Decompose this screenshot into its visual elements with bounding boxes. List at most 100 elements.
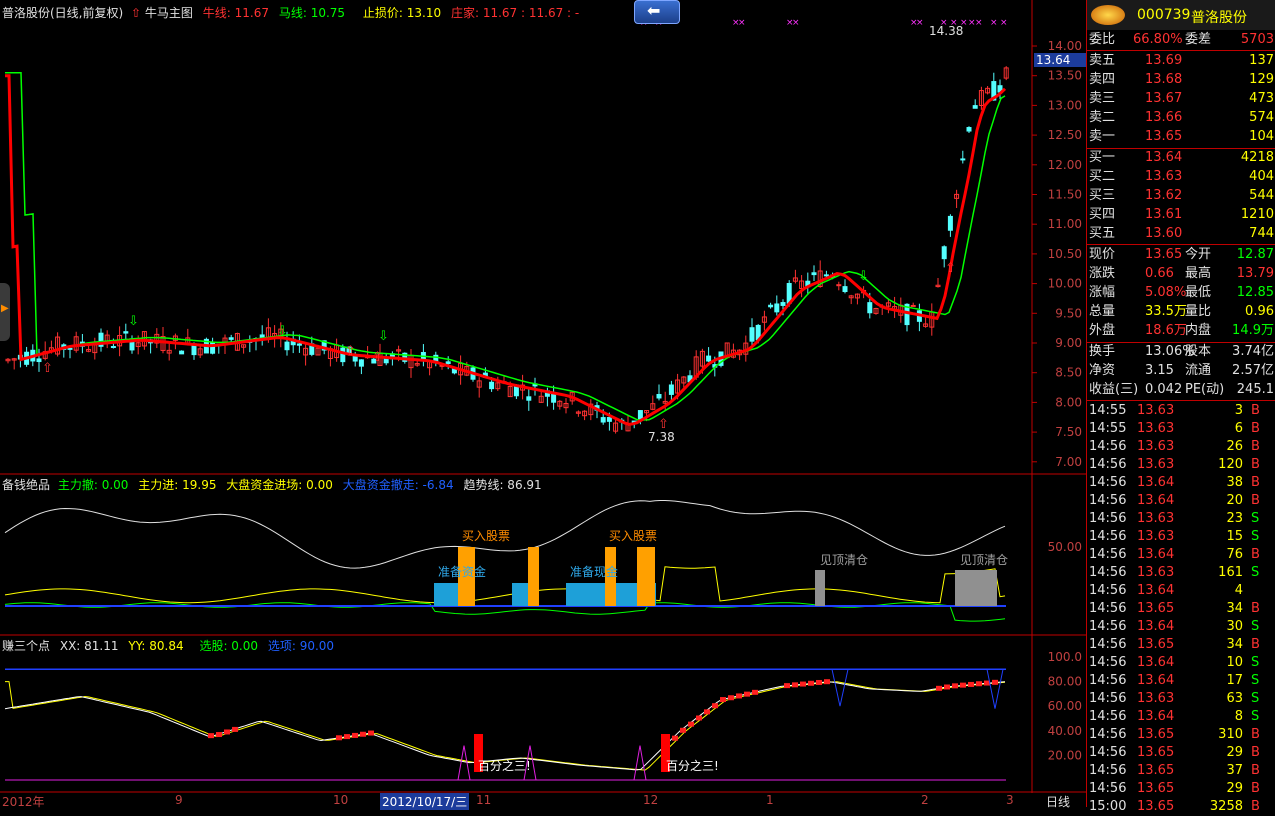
xx-up-segment	[816, 679, 822, 685]
ask-volume: 574	[1249, 110, 1274, 125]
tick-time: 14:56	[1089, 565, 1127, 580]
tick-volume: 34	[1226, 637, 1243, 652]
kline-chart-svg[interactable]: 14.00 13.50 13.00 12.50 12.00 11.50 11.00 10.50…	[0, 0, 1086, 807]
candle-body	[606, 417, 612, 422]
y-tick-label: 13.50	[1048, 69, 1082, 83]
tick-price: 13.64	[1137, 709, 1175, 724]
tick-price: 13.63	[1137, 403, 1175, 418]
ask-row[interactable]: 卖四 13.68 129	[1087, 71, 1275, 89]
candle-body	[780, 302, 786, 306]
tick-time: 14:56	[1089, 745, 1127, 760]
candle-body	[960, 158, 966, 161]
tick-row[interactable]: 14:56 13.65 29 B	[1087, 780, 1275, 798]
ask-row[interactable]: 卖二 13.66 574	[1087, 109, 1275, 127]
buy-signal-bar	[528, 547, 539, 606]
quote-value: 0.66	[1145, 266, 1174, 281]
bid-price: 13.62	[1145, 188, 1183, 203]
tick-direction: S	[1251, 655, 1260, 670]
tick-row[interactable]: 14:56 13.64 20 B	[1087, 492, 1275, 510]
bid-row[interactable]: 买一 13.64 4218	[1087, 149, 1275, 167]
candle-body	[842, 286, 848, 293]
tick-row[interactable]: 14:56 13.63 161 S	[1087, 564, 1275, 582]
candle-body	[179, 350, 185, 355]
candle-body	[210, 341, 216, 354]
tick-row[interactable]: 14:55 13.63 6 B	[1087, 420, 1275, 438]
y-tick-label: 7.00	[1055, 455, 1082, 469]
xx-up-segment	[368, 730, 374, 736]
candle-body	[637, 410, 643, 420]
tick-direction: B	[1251, 727, 1260, 742]
quote-value: 12.87	[1236, 247, 1274, 262]
tick-row[interactable]: 14:56 13.63 63 S	[1087, 690, 1275, 708]
tick-row[interactable]: 14:56 13.64 17 S	[1087, 672, 1275, 690]
tick-row[interactable]: 14:56 13.64 10 S	[1087, 654, 1275, 672]
tick-row[interactable]: 14:56 13.64 4	[1087, 582, 1275, 600]
ask-row[interactable]: 卖一 13.65 104	[1087, 128, 1275, 146]
tick-row[interactable]: 14:55 13.63 3 B	[1087, 402, 1275, 420]
xx-up-segment	[960, 682, 966, 688]
bid-row[interactable]: 买四 13.61 1210	[1087, 206, 1275, 224]
ask-label: 卖一	[1089, 129, 1116, 144]
left-collapse-handle[interactable]: ▶	[0, 283, 10, 341]
period-label[interactable]: 日线	[1046, 793, 1070, 810]
up-arrow-icon: ⇧	[131, 6, 142, 20]
tick-direction: S	[1251, 619, 1260, 634]
tick-row[interactable]: 14:56 13.65 37 B	[1087, 762, 1275, 780]
tick-row[interactable]: 14:56 13.64 8 S	[1087, 708, 1275, 726]
tick-direction: S	[1251, 565, 1260, 580]
tick-row[interactable]: 14:56 13.63 120 B	[1087, 456, 1275, 474]
ask-row[interactable]: 卖五 13.69 137	[1087, 52, 1275, 70]
tick-price: 13.64	[1137, 583, 1175, 598]
tick-row[interactable]: 14:56 13.63 26 B	[1087, 438, 1275, 456]
fund-label: 换手	[1089, 344, 1116, 359]
xx-up-segment	[744, 691, 750, 697]
sub2-xuanxiang: 选项: 90.00	[267, 639, 335, 653]
zhuangjia-extra: : 11.67 : -	[521, 6, 580, 20]
fund-label: 流通	[1185, 363, 1212, 378]
tick-row[interactable]: 14:56 13.65 34 B	[1087, 600, 1275, 618]
tick-row[interactable]: 14:56 13.64 38 B	[1087, 474, 1275, 492]
bid-volume: 544	[1249, 188, 1274, 203]
ask-row[interactable]: 卖三 13.67 473	[1087, 90, 1275, 108]
top-clear-label-1: 见顶清仓	[820, 553, 869, 567]
chart-area[interactable]: 14.00 13.50 13.00 12.50 12.00 11.50 11.00 10.50…	[0, 0, 1088, 810]
tick-time: 14:56	[1089, 511, 1127, 526]
tick-row[interactable]: 14:56 13.64 76 B	[1087, 546, 1275, 564]
tick-row[interactable]: 14:56 13.63 23 S	[1087, 510, 1275, 528]
y-tick-label: 40.00	[1048, 724, 1082, 738]
tick-row[interactable]: 14:56 13.65 29 B	[1087, 744, 1275, 762]
weibi-row: 委比 66.80% 委差 5703	[1087, 31, 1275, 49]
xx-up-segment	[728, 695, 734, 701]
tick-row[interactable]: 15:00 13.65 3258 B	[1087, 798, 1275, 816]
bid-price: 13.63	[1145, 169, 1183, 184]
xx-up-segment	[720, 697, 726, 703]
bid-label: 买三	[1089, 188, 1116, 203]
tick-volume: 34	[1226, 601, 1243, 616]
tick-price: 13.64	[1137, 673, 1175, 688]
tick-row[interactable]: 14:56 13.65 310 B	[1087, 726, 1275, 744]
tick-row[interactable]: 14:56 13.63 15 S	[1087, 528, 1275, 546]
tick-direction: B	[1251, 745, 1260, 760]
tick-row[interactable]: 14:56 13.65 34 B	[1087, 636, 1275, 654]
bid-volume: 4218	[1240, 150, 1274, 165]
xx-up-segment	[752, 689, 758, 695]
indicator-name: 牛马主图	[144, 6, 193, 20]
fund-row: 收益(三) 0.042 PE(动) 245.1	[1087, 381, 1275, 399]
bid-row[interactable]: 买五 13.60 744	[1087, 225, 1275, 243]
ask-price: 13.69	[1145, 53, 1183, 68]
bid-row[interactable]: 买三 13.62 544	[1087, 187, 1275, 205]
tick-row[interactable]: 14:56 13.64 30 S	[1087, 618, 1275, 636]
y-tick-label: 50.00	[1048, 540, 1082, 554]
trade-arrow-icon: ⇩	[378, 329, 389, 344]
quote-row: 涨幅 5.08% 最低 12.85	[1087, 284, 1275, 302]
zhuangjia-value: 11.67	[482, 6, 518, 20]
back-button[interactable]: ⬅	[634, 0, 680, 24]
tick-direction: B	[1251, 457, 1260, 472]
ask-volume: 473	[1249, 91, 1274, 106]
tick-volume: 29	[1226, 745, 1243, 760]
weicha-value: 5703	[1240, 32, 1274, 47]
ask-volume: 104	[1249, 129, 1274, 144]
candle-body	[656, 393, 662, 399]
bid-row[interactable]: 买二 13.63 404	[1087, 168, 1275, 186]
y-tick-label: 60.00	[1048, 699, 1082, 713]
